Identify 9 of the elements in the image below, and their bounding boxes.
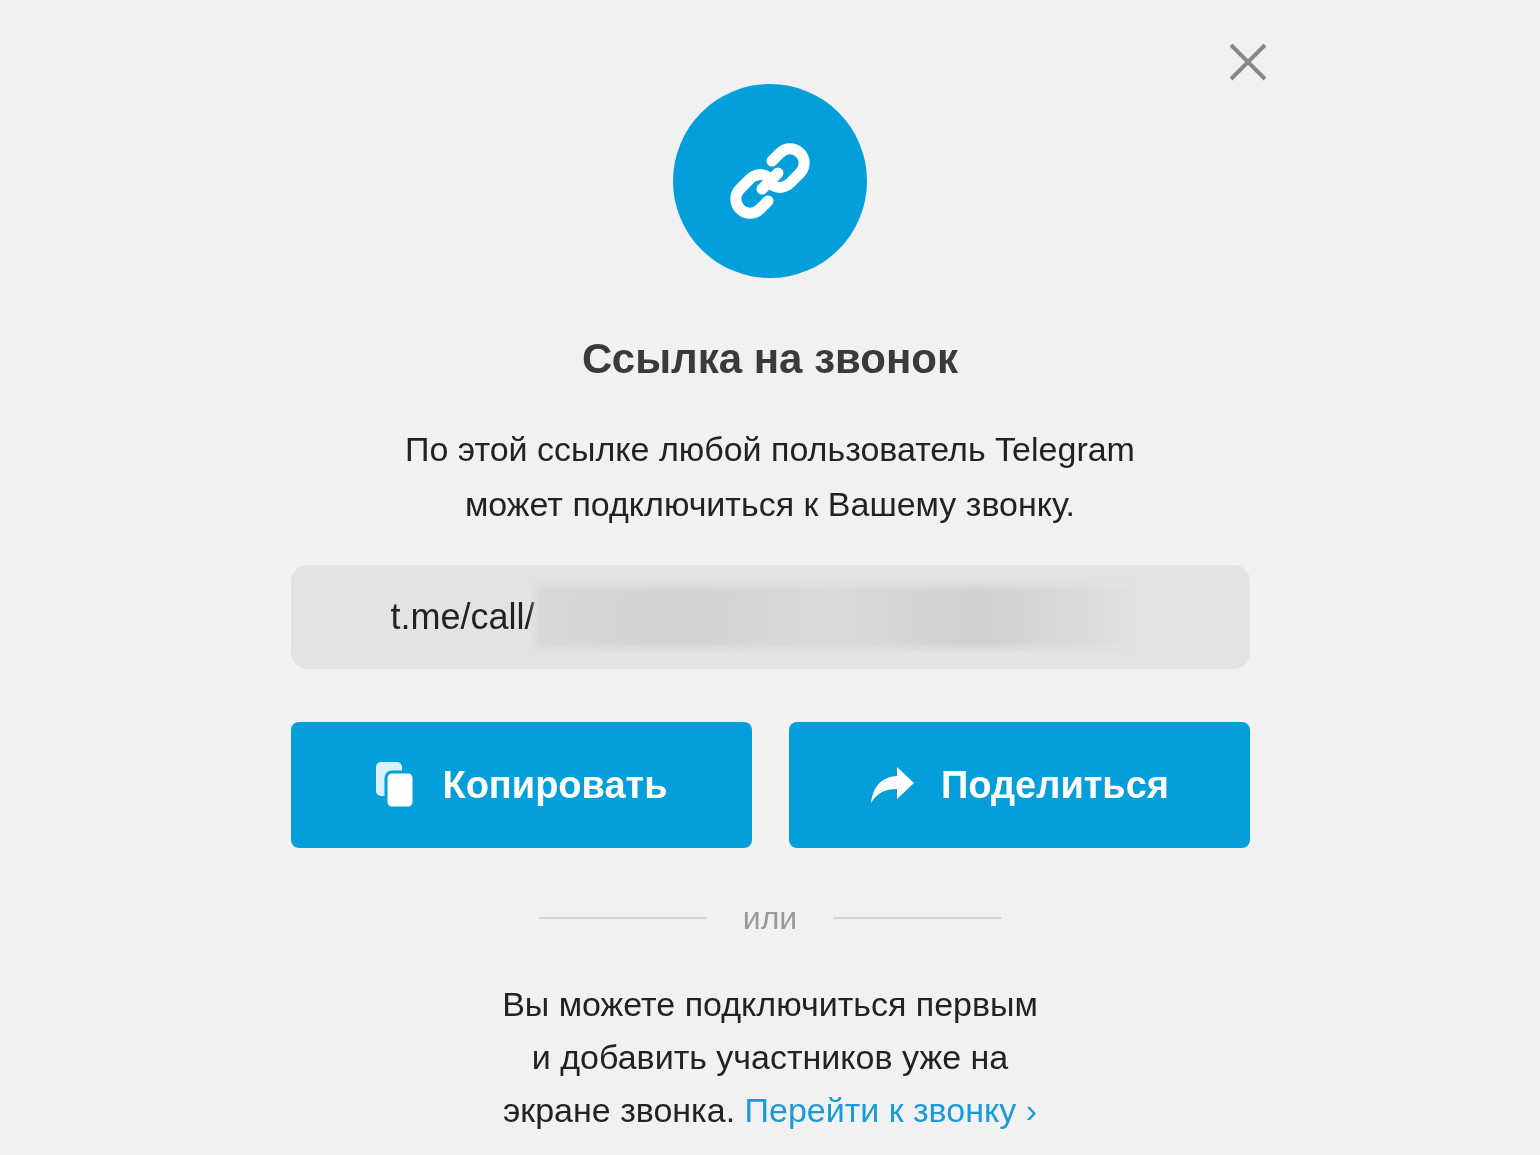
divider-text: или bbox=[742, 899, 798, 939]
share-button[interactable]: Поделиться bbox=[788, 722, 1250, 849]
footer-text: Вы можете подключиться первым и добавить участников уже на экране звонка. Перейти к звонку › bbox=[502, 984, 1038, 1131]
copy-button[interactable]: Копировать bbox=[290, 722, 752, 849]
description-text: По этой ссылке любой пользователь Telegram может подключиться к Вашему звонку. bbox=[405, 429, 1135, 525]
go-to-call-link[interactable]: Перейти к звонку › bbox=[744, 1090, 1037, 1129]
link-field[interactable]: t.me/call/ bbox=[290, 565, 1250, 670]
dialog-title: Ссылка на звонок bbox=[582, 334, 958, 384]
link-value: t.me/call/ bbox=[390, 595, 535, 640]
